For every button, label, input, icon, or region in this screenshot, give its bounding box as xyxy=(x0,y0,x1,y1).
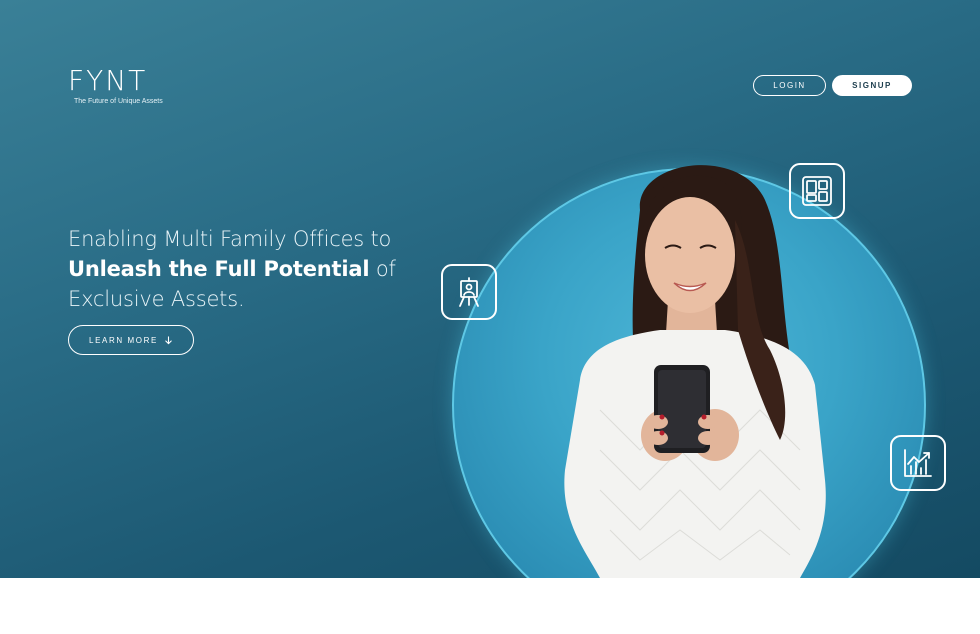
easel-icon xyxy=(459,277,479,307)
learn-more-button[interactable]: LEARN MORE xyxy=(68,325,194,355)
page-footer-area xyxy=(0,578,980,634)
growth-badge xyxy=(890,435,946,491)
brand-logo[interactable]: FYNT The Future of Unique Assets xyxy=(68,64,183,106)
dashboard-grid-icon xyxy=(802,176,832,206)
brand-name: FYNT xyxy=(68,64,148,97)
art-asset-badge xyxy=(441,264,497,320)
hero-headline: Enabling Multi Family Offices to Unleash… xyxy=(68,224,428,314)
headline-line-2: Unleash the Full Potential of xyxy=(68,254,428,284)
dashboard-badge xyxy=(789,163,845,219)
growth-chart-icon xyxy=(904,449,932,477)
headline-line-1: Enabling Multi Family Offices to xyxy=(68,227,392,251)
login-button[interactable]: LOGIN xyxy=(753,75,826,96)
arrow-down-icon xyxy=(165,335,172,344)
brand-tagline: The Future of Unique Assets xyxy=(74,98,163,105)
signup-button[interactable]: SIGNUP xyxy=(832,75,912,96)
hero-section: FYNT The Future of Unique Assets LOGIN S… xyxy=(0,0,980,578)
headline-line-3: Exclusive Assets. xyxy=(68,287,245,311)
headline-emphasis: Unleash the Full Potential xyxy=(68,257,370,281)
learn-more-label: LEARN MORE xyxy=(89,335,158,345)
headline-line-2-rest: of xyxy=(369,257,396,281)
